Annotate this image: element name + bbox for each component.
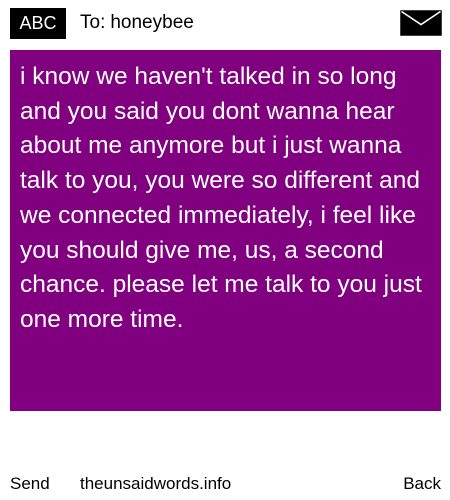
input-mode-badge[interactable]: ABC xyxy=(10,8,66,39)
envelope-icon[interactable] xyxy=(400,10,442,36)
site-link[interactable]: theunsaidwords.info xyxy=(80,470,231,498)
recipient-field[interactable]: To: honeybee xyxy=(80,10,194,36)
back-button[interactable]: Back xyxy=(403,470,441,498)
softkey-bar: Send theunsaidwords.info Back xyxy=(0,470,450,498)
compose-header: ABC To: honeybee xyxy=(0,0,450,46)
recipient-name: honeybee xyxy=(110,12,194,33)
to-label: To: xyxy=(80,12,106,33)
message-body[interactable]: i know we haven't talked in so long and … xyxy=(10,50,441,411)
send-button[interactable]: Send xyxy=(10,470,50,498)
